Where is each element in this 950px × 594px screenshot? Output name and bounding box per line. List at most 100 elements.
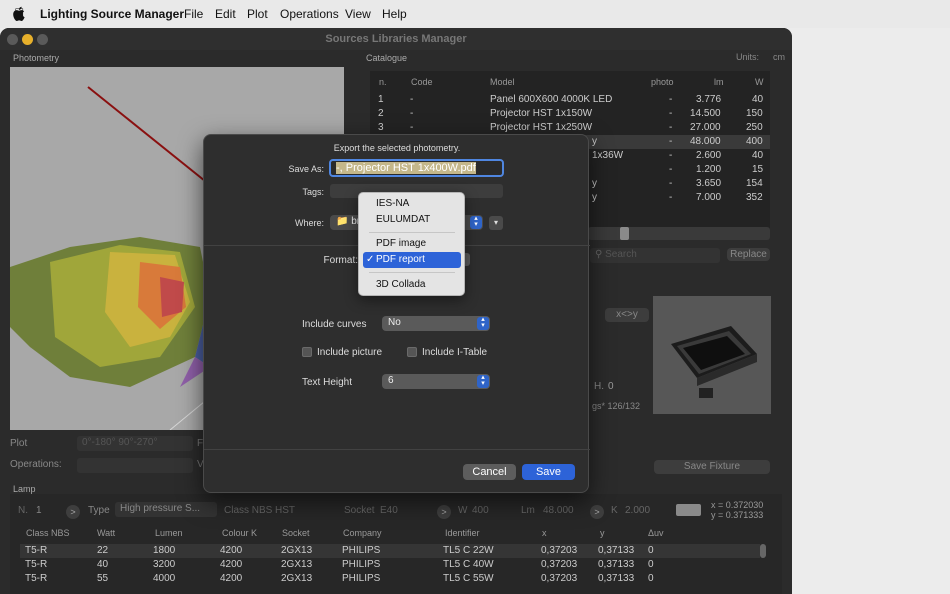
checkmark-icon: ✓: [366, 254, 375, 265]
title-bar: Sources Libraries Manager: [0, 28, 792, 50]
cancel-button[interactable]: Cancel: [463, 464, 516, 480]
lamp-y-text: y = 0.371333: [711, 510, 764, 520]
lamp-row[interactable]: T5-R 40 3200 4200 2GX13 PHILIPS TL5 C 40W 0,…: [20, 558, 760, 572]
col-lm: lm: [714, 77, 724, 87]
operations-select[interactable]: [77, 458, 193, 473]
where-label: Where:: [294, 218, 324, 228]
lamp-colour-swatch[interactable]: [676, 504, 701, 516]
lamp-socket-label: Socket: [344, 505, 375, 516]
images-count: gs* 126/132: [592, 401, 641, 411]
catalogue-row[interactable]: 1- Panel 600X600 4000K LED - 3.776 40: [370, 93, 770, 107]
lamp-n-value: 1: [36, 505, 42, 516]
h-value: 0: [608, 381, 614, 392]
col-socket: Socket: [282, 528, 310, 538]
curves-chevron-icon: ▴ ▾: [477, 316, 489, 330]
save-fixture-button[interactable]: Save Fixture: [654, 460, 770, 474]
col-photo: photo: [651, 77, 674, 87]
apple-logo-icon[interactable]: [13, 6, 26, 21]
save-as-label: Save As:: [288, 164, 324, 174]
lamp-row-selected[interactable]: T5-R 22 1800 4200 2GX13 PHILIPS TL5 C 22W 0,…: [20, 544, 760, 558]
menu-operations[interactable]: Operations: [280, 7, 339, 21]
catalogue-row[interactable]: 2- Projector HST 1x150W - 14.500 150: [370, 107, 770, 121]
hscroll-thumb[interactable]: [620, 227, 629, 240]
catalogue-hscroll[interactable]: [588, 227, 770, 240]
lamp-w-label: W: [458, 505, 468, 516]
export-message: Export the selected photometry.: [333, 143, 461, 153]
app-name[interactable]: Lighting Source Manager: [40, 7, 184, 21]
lamp-class-value: HST: [275, 505, 295, 516]
lamp-lm-label: Lm: [521, 505, 535, 516]
format-option-ies-na[interactable]: IES-NA: [363, 196, 461, 212]
folder-icon: 📁: [336, 216, 349, 227]
window-title: Sources Libraries Manager: [325, 33, 467, 45]
col-model: Model: [490, 77, 515, 87]
save-as-input[interactable]: -, Projector HST 1x400W.pdf: [329, 159, 504, 177]
include-itable-checkbox[interactable]: [407, 347, 417, 357]
h-label: H.: [594, 381, 604, 392]
col-class-nbs: Class NBS: [26, 528, 70, 538]
save-button[interactable]: Save: [522, 464, 575, 480]
search-icon: ⚲: [595, 249, 603, 260]
include-curves-label: Include curves: [302, 319, 367, 330]
lamp-k-label: K: [611, 505, 618, 516]
col-company: Company: [343, 528, 382, 538]
divider: [204, 449, 590, 450]
format-option-pdf-image[interactable]: PDF image: [363, 236, 461, 252]
lamp-w-value: 400: [472, 505, 489, 516]
where-chevron-icon: ▴ ▾: [470, 215, 482, 229]
lamp-socket-value: E40: [380, 505, 398, 516]
lamp-type-select[interactable]: High pressure S...: [115, 502, 217, 517]
col-x: x: [542, 528, 547, 538]
swap-xy-button[interactable]: x<>y: [605, 308, 649, 322]
lamp-type-label: Type: [88, 505, 110, 516]
lamp-row[interactable]: T5-R 55 4000 4200 2GX13 PHILIPS TL5 C 55W 0,…: [20, 572, 760, 586]
lamp-n-stepper[interactable]: >: [66, 505, 80, 519]
format-option-eulumdat[interactable]: EULUMDAT: [363, 212, 461, 228]
export-sheet: Export the selected photometry. Save As:…: [203, 134, 590, 493]
format-option-3d-collada[interactable]: 3D Collada: [363, 277, 461, 293]
menu-help[interactable]: Help: [382, 7, 407, 21]
text-height-select[interactable]: 6 ▴ ▾: [382, 374, 490, 389]
expand-chevron-icon[interactable]: ▾: [489, 216, 503, 230]
fixture-photo: [653, 296, 771, 414]
include-itable-label: Include I-Table: [422, 347, 488, 358]
col-n: n.: [379, 77, 387, 87]
catalogue-search-input[interactable]: ⚲ Search: [590, 248, 720, 263]
col-y: y: [600, 528, 605, 538]
menu-edit[interactable]: Edit: [215, 7, 236, 21]
catalogue-row[interactable]: 3- Projector HST 1x250W - 27.000 250: [370, 121, 770, 135]
plot-label: Plot: [10, 438, 28, 449]
include-curves-select[interactable]: No ▴ ▾: [382, 316, 490, 331]
lamp-lm-value: 48.000: [543, 505, 574, 516]
lamp-label: Lamp: [13, 484, 36, 494]
include-picture-checkbox[interactable]: [302, 347, 312, 357]
lamp-table-vscroll[interactable]: [760, 544, 766, 558]
menu-separator: [369, 272, 455, 273]
lm-stepper[interactable]: >: [590, 505, 604, 519]
format-menu: IES-NA EULUMDAT PDF image ✓ PDF report 3…: [358, 192, 465, 296]
format-option-pdf-report[interactable]: ✓ PDF report: [363, 252, 461, 268]
floodlight-image: [653, 296, 771, 414]
col-identifier: Identifier: [445, 528, 480, 538]
units-value: cm: [773, 52, 785, 62]
col-watt: Watt: [97, 528, 116, 538]
lamp-k-value: 2.000: [625, 505, 651, 516]
lamp-n-label: N.: [18, 505, 28, 516]
replace-button[interactable]: Replace: [727, 248, 770, 261]
plot-select[interactable]: 0°-180° 90°-270°: [77, 436, 193, 451]
col-colour-k: Colour K: [222, 528, 258, 538]
menu-view[interactable]: View: [345, 7, 371, 21]
menu-file[interactable]: File: [184, 7, 203, 21]
catalogue-label: Catalogue: [366, 53, 408, 63]
include-picture-label: Include picture: [317, 347, 383, 358]
lamp-x-text: x = 0.372030: [711, 500, 764, 510]
lamp-class-label: Class NBS: [224, 505, 273, 516]
photometry-label: Photometry: [13, 53, 60, 63]
col-duv: Δuv: [648, 528, 664, 538]
menu-plot[interactable]: Plot: [247, 7, 268, 21]
menu-separator: [369, 232, 455, 233]
text-height-chevron-icon: ▴ ▾: [477, 374, 489, 388]
socket-stepper[interactable]: >: [437, 505, 451, 519]
col-w: W: [755, 77, 764, 87]
col-lumen: Lumen: [155, 528, 183, 538]
